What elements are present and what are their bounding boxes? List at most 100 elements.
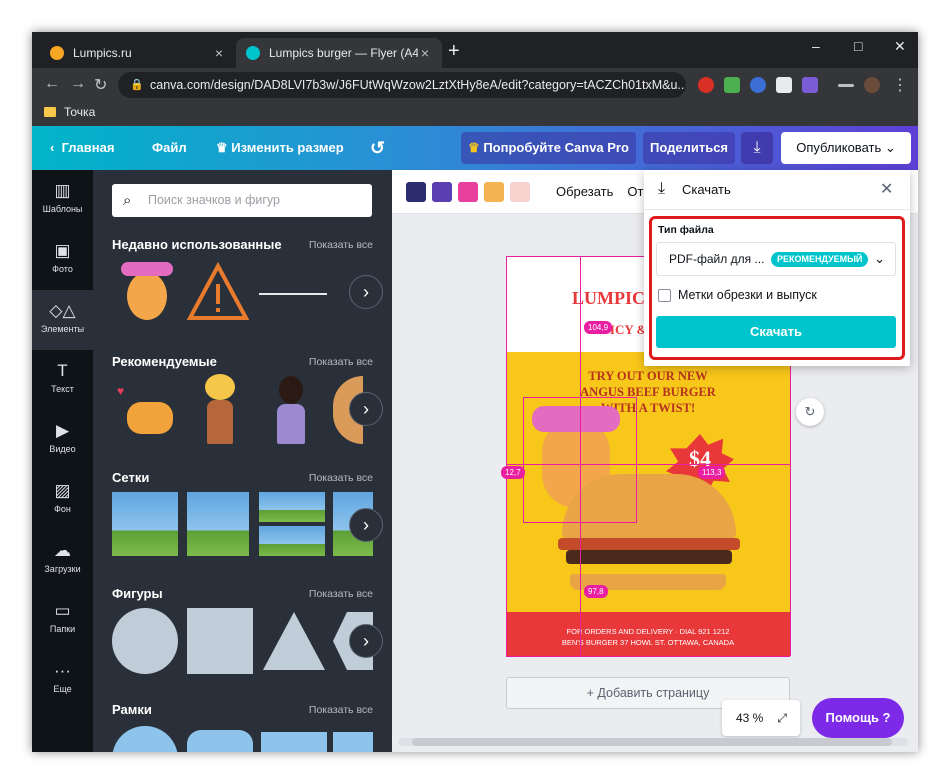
chevron-right-icon[interactable]: › <box>349 275 383 309</box>
chevron-down-icon: ⌄ <box>881 140 896 155</box>
browser-toolbar: ← → ↻ 🔒 canva.com/design/DAD8LVI7b3w/J6F… <box>32 68 918 102</box>
close-icon[interactable]: ✕ <box>880 179 893 199</box>
grid-thumbnail[interactable] <box>185 492 251 556</box>
measure-badge: 104,9 <box>584 321 613 334</box>
help-button[interactable]: Помощь ? <box>812 698 904 738</box>
back-icon[interactable]: ← <box>44 75 60 93</box>
triangle-shape[interactable] <box>261 610 327 672</box>
circle-frame[interactable] <box>112 726 178 752</box>
rail-label: Еще <box>53 684 72 694</box>
show-all-link[interactable]: Показать все <box>309 472 373 484</box>
expand-icon[interactable]: ⤢ <box>777 711 787 725</box>
reload-icon[interactable]: ↻ <box>94 75 107 95</box>
rail-label: Элементы <box>40 324 85 334</box>
woman-illustration[interactable] <box>267 376 317 446</box>
section-title: Рекомендуемые <box>112 354 217 369</box>
color-swatch[interactable] <box>432 182 452 202</box>
browser-menu-icon[interactable]: ⋮ <box>892 75 908 95</box>
extension-icon[interactable] <box>750 77 766 93</box>
publish-button[interactable]: Опубликовать ⌄ <box>781 132 911 164</box>
rail-item-video[interactable]: ▶ Видео <box>32 410 93 470</box>
circle-shape[interactable] <box>112 608 178 674</box>
horizontal-scrollbar[interactable] <box>398 738 908 746</box>
show-all-link[interactable]: Показать все <box>309 704 373 716</box>
cloud-frame[interactable] <box>187 730 253 752</box>
warning-icon[interactable] <box>186 261 250 322</box>
home-button[interactable]: ‹ Главная <box>50 126 114 170</box>
canva-header: ‹ Главная Файл ♛ Изменить размер ↺ ♛ Поп… <box>32 126 918 170</box>
maximize-icon[interactable]: □ <box>854 38 862 54</box>
scrollbar-thumb[interactable] <box>412 738 892 746</box>
close-tab-icon[interactable]: × <box>212 45 226 61</box>
download-icon[interactable]: ⤓ <box>741 132 773 164</box>
zoom-value: 43 % <box>736 711 764 725</box>
color-swatch[interactable] <box>458 182 478 202</box>
woman-illustration[interactable] <box>197 374 241 446</box>
rail-label: Шаблоны <box>42 204 83 214</box>
rail-item-templates[interactable]: ▥ Шаблоны <box>32 170 93 230</box>
extension-icon[interactable] <box>724 77 740 93</box>
rectangle-frame[interactable] <box>261 732 327 752</box>
color-swatch[interactable] <box>484 182 504 202</box>
avatar[interactable] <box>864 77 880 93</box>
crop-button[interactable]: Обрезать От <box>556 170 643 214</box>
new-tab-button[interactable]: + <box>448 41 460 61</box>
tab-title: Lumpics.ru <box>73 46 132 60</box>
minimize-icon[interactable]: – <box>812 38 820 54</box>
home-label: Главная <box>61 140 115 155</box>
close-window-icon[interactable]: ✕ <box>894 38 906 55</box>
color-swatch[interactable] <box>510 182 530 202</box>
tab-canva[interactable]: Lumpics burger — Flyer (A4) × <box>236 38 442 68</box>
folder-icon: ▭ <box>54 601 71 620</box>
flower-man-sticker[interactable] <box>119 262 173 324</box>
show-all-link[interactable]: Показать все <box>309 356 373 368</box>
rail-item-elements[interactable]: ◇△ Элементы <box>32 290 93 350</box>
extension-icon[interactable] <box>776 77 792 93</box>
rail-item-folders[interactable]: ▭ Папки <box>32 590 93 650</box>
comment-icon[interactable]: ↻ <box>796 398 824 426</box>
share-button[interactable]: Поделиться <box>643 132 735 164</box>
resize-button[interactable]: ♛ Изменить размер <box>216 126 344 170</box>
crop-marks-checkbox[interactable] <box>658 289 671 302</box>
close-tab-icon[interactable]: × <box>418 45 432 61</box>
search-input[interactable]: ⌕ Поиск значков и фигур <box>112 184 372 217</box>
file-menu[interactable]: Файл <box>152 126 187 170</box>
rectangle-frame[interactable] <box>333 732 373 752</box>
bookmark-item[interactable]: Точка <box>64 105 95 119</box>
undo-icon[interactable]: ↺ <box>370 126 385 170</box>
zoom-control[interactable]: 43 % ⤢ <box>722 700 800 736</box>
color-swatch[interactable] <box>406 182 426 202</box>
chevron-right-icon[interactable]: › <box>349 508 383 542</box>
crown-icon: ♛ <box>216 140 232 155</box>
show-all-link[interactable]: Показать все <box>309 588 373 600</box>
forward-icon[interactable]: → <box>70 75 86 93</box>
square-shape[interactable] <box>187 608 253 674</box>
tab-lumpics[interactable]: Lumpics.ru × <box>40 38 236 68</box>
show-all-link[interactable]: Показать все <box>309 239 373 251</box>
download-button[interactable]: Скачать <box>656 316 896 348</box>
flyer-footer: FOR ORDERS AND DELIVERY · DIAL 921 1212 … <box>506 612 790 656</box>
reading-list-icon[interactable] <box>838 84 854 87</box>
grid-thumbnail[interactable] <box>112 492 178 556</box>
line-element[interactable] <box>259 293 327 295</box>
grid-thumbnail[interactable] <box>259 492 325 522</box>
rail-item-more[interactable]: ··· Еще <box>32 650 93 710</box>
rail-item-text[interactable]: T Текст <box>32 350 93 410</box>
address-bar[interactable]: 🔒 canva.com/design/DAD8LVI7b3w/J6FUtWqWz… <box>118 72 686 98</box>
rail-item-uploads[interactable]: ☁ Загрузки <box>32 530 93 590</box>
chevron-right-icon[interactable]: › <box>349 624 383 658</box>
measure-badge: 97,8 <box>584 585 608 598</box>
rail-label: Видео <box>49 444 76 454</box>
rail-item-photo[interactable]: ▣ Фото <box>32 230 93 290</box>
rail-item-background[interactable]: ▨ Фон <box>32 470 93 530</box>
grid-thumbnail[interactable] <box>259 526 325 556</box>
selection-box[interactable] <box>523 397 637 523</box>
chevron-right-icon[interactable]: › <box>349 392 383 426</box>
extension-icon[interactable] <box>698 77 714 93</box>
try-pro-button[interactable]: ♛ Попробуйте Canva Pro <box>461 132 636 164</box>
extension-icon[interactable] <box>802 77 818 93</box>
rail-label: Фото <box>52 264 73 274</box>
file-type-select[interactable]: PDF-файл для ... РЕКОМЕНДУЕМЫЙ ⌄ <box>656 242 896 276</box>
elephant-illustration[interactable]: ♥ <box>113 380 181 442</box>
crop-label: Обрезать <box>556 184 614 199</box>
